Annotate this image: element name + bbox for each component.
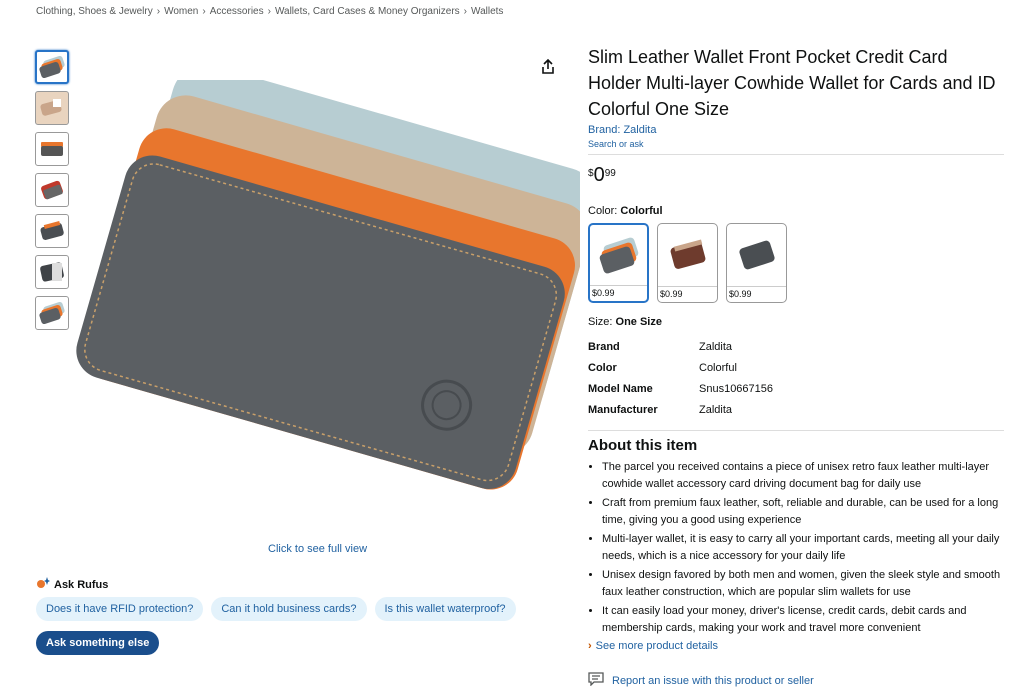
see-more-link[interactable]: › See more product details: [588, 640, 1004, 652]
rufus-icon: [36, 577, 50, 592]
share-icon[interactable]: [539, 58, 557, 76]
ask-something-else-button[interactable]: Ask something else: [36, 631, 160, 655]
spec-value: Zaldita: [699, 341, 733, 353]
thumbnail-6[interactable]: [35, 255, 69, 289]
swatch-price: $0.99: [658, 286, 717, 302]
product-details: Slim Leather Wallet Front Pocket Credit …: [588, 44, 1004, 652]
rufus-chip[interactable]: Can it hold business cards?: [211, 597, 367, 621]
spec-row: Brand Zaldita: [588, 341, 1004, 362]
about-bullet: Multi-layer wallet, it is easy to carry …: [602, 531, 1004, 565]
product-title: Slim Leather Wallet Front Pocket Credit …: [588, 47, 996, 119]
thumbnail-4[interactable]: [35, 173, 69, 207]
search-or-ask-link[interactable]: Search or ask: [588, 139, 1004, 149]
divider: [588, 430, 1004, 431]
thumbnail-1[interactable]: [35, 50, 69, 84]
full-view-link[interactable]: Click to see full view: [268, 543, 367, 555]
breadcrumb: Clothing, Shoes & Jewelry › Women › Accessor…: [36, 6, 503, 17]
thumbnail-5[interactable]: [35, 214, 69, 248]
swatch-price: $0.99: [727, 286, 786, 302]
thumbnail-7[interactable]: [35, 296, 69, 330]
spec-value: Colorful: [699, 362, 737, 374]
size-value: One Size: [615, 316, 662, 328]
color-swatches: $0.99 $0.99 $0.99: [588, 223, 1004, 303]
feedback-icon: [588, 672, 604, 689]
see-more-label: See more product details: [595, 640, 718, 652]
breadcrumb-separator: ›: [156, 6, 161, 17]
breadcrumb-separator: ›: [202, 6, 206, 17]
breadcrumb-item[interactable]: Wallets, Card Cases & Money Organizers: [275, 6, 460, 17]
brand-link[interactable]: Brand: Zaldita: [588, 124, 1004, 136]
spec-key: Manufacturer: [588, 404, 658, 416]
rufus-chips: Does it have RFID protection? Can it hol…: [36, 597, 516, 621]
thumbnail-2[interactable]: [35, 91, 69, 125]
spec-row: Model Name Snus10667156: [588, 383, 1004, 404]
size-label: Size:: [588, 316, 616, 328]
size-selector: Size: One Size: [588, 316, 1004, 328]
about-bullet: Unisex design favored by both men and wo…: [602, 567, 1004, 601]
ask-rufus-header: Ask Rufus: [36, 577, 108, 592]
color-label: Color:: [588, 205, 621, 217]
spec-value: Snus10667156: [699, 383, 774, 395]
thumbnail-list: [35, 50, 70, 337]
chevron-right-icon: ›: [588, 640, 592, 652]
swatch-price: $0.99: [590, 285, 647, 301]
about-bullet: It can easily load your money, driver's …: [602, 603, 1004, 637]
color-swatch-colorful[interactable]: $0.99: [588, 223, 649, 303]
product-main-image[interactable]: [70, 64, 598, 490]
about-bullet: The parcel you received contains a piece…: [602, 459, 1004, 493]
price-fraction: 99: [604, 168, 616, 179]
breadcrumb-separator: ›: [267, 6, 271, 17]
spec-key: Model Name: [588, 383, 653, 395]
breadcrumb-item[interactable]: Wallets: [471, 6, 503, 17]
about-bullet: Craft from premium faux leather, soft, r…: [602, 495, 1004, 529]
color-value: Colorful: [620, 205, 663, 217]
spec-key: Brand: [588, 341, 620, 353]
breadcrumb-separator: ›: [463, 6, 467, 17]
about-title: About this item: [588, 437, 698, 454]
report-label: Report an issue with this product or sel…: [612, 674, 814, 687]
spec-row: Manufacturer Zaldita: [588, 404, 1004, 425]
report-issue-link[interactable]: Report an issue with this product or sel…: [588, 672, 814, 689]
thumbnail-3[interactable]: [35, 132, 69, 166]
breadcrumb-item[interactable]: Accessories: [210, 6, 264, 17]
rufus-title: Ask Rufus: [54, 578, 109, 591]
spec-table: Brand Zaldita Color Colorful Model Name Snu…: [588, 341, 1004, 425]
price: $ 0 99: [588, 165, 1004, 185]
spec-value: Zaldita: [699, 404, 733, 416]
rufus-chip[interactable]: Is this wallet waterproof?: [374, 597, 516, 621]
divider: [588, 154, 1004, 155]
about-bullets: The parcel you received contains a piece…: [588, 459, 1004, 637]
spec-key: Color: [588, 362, 617, 374]
color-swatch-gray[interactable]: $0.99: [726, 223, 787, 303]
color-selector: Color: Colorful $0.99 $0.99 $0.99: [588, 205, 1004, 303]
color-swatch-brown[interactable]: $0.99: [657, 223, 718, 303]
breadcrumb-item[interactable]: Clothing, Shoes & Jewelry: [36, 6, 153, 17]
rufus-chip[interactable]: Does it have RFID protection?: [36, 597, 204, 621]
price-whole: 0: [593, 164, 605, 186]
spec-row: Color Colorful: [588, 362, 1004, 383]
breadcrumb-item[interactable]: Women: [164, 6, 198, 17]
